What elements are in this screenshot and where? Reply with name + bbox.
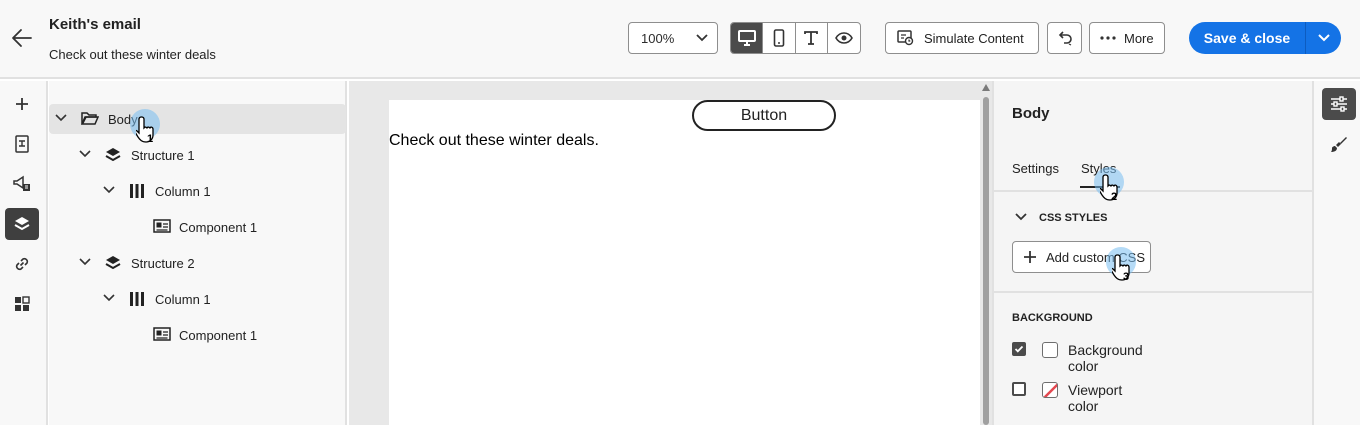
zoom-select[interactable]: 100% — [628, 22, 718, 54]
zoom-value: 100% — [641, 31, 675, 46]
background-color-label: Background color — [1068, 342, 1143, 374]
tree-item-label: Column 1 — [155, 292, 211, 307]
email-body[interactable]: Button Check out these winter deals. — [389, 100, 980, 425]
megaphone-icon — [13, 175, 30, 191]
viewport-color-label: Viewport color — [1068, 382, 1123, 414]
step-callout-1: 1 — [130, 109, 192, 171]
right-tool-rail — [1314, 81, 1360, 425]
chevron-down-icon[interactable] — [79, 149, 91, 159]
tree-item-component-1[interactable]: Component 1 — [49, 320, 347, 350]
email-text-component[interactable]: Check out these winter deals. — [389, 132, 599, 150]
undo-icon — [1058, 31, 1072, 46]
chevron-down-icon — [1317, 34, 1330, 42]
component-icon — [153, 219, 171, 233]
layers-icon — [105, 256, 121, 270]
tree-item-column-1[interactable]: Column 1 — [49, 284, 347, 314]
tree-item-structure-1[interactable]: Structure 1 — [49, 140, 347, 170]
save-options-dropdown[interactable] — [1306, 22, 1341, 54]
scroll-up-arrow-icon[interactable] — [982, 84, 990, 91]
view-mode-group — [730, 22, 861, 54]
callout-number: 2 — [1110, 191, 1118, 203]
columns-icon — [130, 184, 144, 198]
email-title: Keith's email — [49, 16, 141, 33]
settings-panel-button[interactable] — [1322, 88, 1356, 120]
chevron-down-icon[interactable] — [55, 113, 67, 123]
add-content-button[interactable] — [5, 88, 39, 120]
top-bar: Keith's email Check out these winter dea… — [0, 0, 1360, 79]
email-subtitle: Check out these winter deals — [49, 47, 216, 62]
plus-icon — [1024, 251, 1036, 263]
email-canvas: Button Check out these winter deals. — [349, 81, 992, 425]
tree-item-label: Component 1 — [179, 220, 258, 235]
mobile-view-button[interactable] — [763, 23, 796, 53]
desktop-view-button[interactable] — [731, 23, 764, 53]
fragments-button[interactable] — [5, 128, 39, 160]
tree-item-label: Column 1 — [155, 184, 211, 199]
sliders-icon — [1331, 96, 1347, 112]
canvas-scrollbar[interactable] — [980, 81, 992, 425]
simulate-content-button[interactable]: Simulate Content — [885, 22, 1039, 54]
simulate-icon — [897, 30, 914, 46]
tree-item-label: Component 1 — [179, 328, 258, 343]
link-icon — [15, 257, 29, 271]
preview-button[interactable] — [828, 23, 860, 53]
panel-title: Body — [1012, 105, 1050, 122]
text-view-button[interactable] — [796, 23, 828, 53]
more-button[interactable]: More — [1089, 22, 1165, 54]
background-heading: BACKGROUND — [1012, 312, 1093, 324]
layers-button[interactable] — [5, 208, 39, 240]
simulate-label: Simulate Content — [924, 30, 1024, 46]
eye-icon — [834, 32, 853, 44]
scroll-thumb[interactable] — [983, 97, 989, 425]
background-color-swatch[interactable] — [1042, 342, 1058, 358]
back-arrow-icon[interactable] — [11, 28, 33, 48]
email-button-component[interactable]: Button — [692, 100, 836, 131]
undo-button[interactable] — [1047, 22, 1082, 54]
chevron-down-icon[interactable] — [1015, 212, 1027, 222]
assets-button[interactable] — [5, 288, 39, 320]
text-icon — [804, 31, 819, 45]
chevron-down-icon — [696, 34, 708, 42]
more-label: More — [1124, 30, 1154, 46]
layer-tree: Body Structure 1 Column 1 Component 1 St… — [49, 81, 347, 425]
plus-icon — [16, 98, 28, 110]
chevron-down-icon[interactable] — [79, 257, 91, 267]
viewport-color-checkbox[interactable] — [1012, 382, 1026, 396]
step-callout-2: 2 — [1094, 167, 1156, 229]
background-color-checkbox[interactable] — [1012, 342, 1026, 356]
callout-number: 3 — [1122, 271, 1130, 283]
more-dots-icon — [1100, 36, 1116, 40]
fragments-icon — [15, 135, 29, 153]
tree-item-label: Structure 2 — [131, 256, 195, 271]
no-color-icon — [1043, 383, 1057, 397]
folder-open-icon — [81, 112, 99, 125]
component-icon — [153, 327, 171, 341]
assets-icon — [15, 296, 30, 311]
callout-number: 1 — [146, 133, 154, 145]
desktop-icon — [737, 30, 756, 46]
tree-item-body[interactable]: Body — [49, 104, 346, 134]
checkmark-icon — [1014, 345, 1024, 353]
viewport-color-swatch[interactable] — [1042, 382, 1058, 398]
tree-item-column-1[interactable]: Column 1 — [49, 176, 347, 206]
layers-icon — [14, 217, 30, 231]
chevron-down-icon[interactable] — [103, 185, 115, 195]
personalization-button[interactable] — [5, 168, 39, 200]
tab-settings[interactable]: Settings — [1012, 161, 1059, 176]
step-callout-3: 3 — [1106, 247, 1168, 309]
style-brush-button[interactable] — [1322, 128, 1356, 160]
left-tool-rail — [0, 81, 48, 425]
mobile-icon — [773, 29, 785, 47]
chevron-down-icon[interactable] — [103, 293, 115, 303]
paintbrush-icon — [1331, 137, 1347, 152]
save-close-split-button: Save & close — [1189, 22, 1341, 54]
save-close-button[interactable]: Save & close — [1189, 22, 1306, 54]
layers-icon — [105, 148, 121, 162]
columns-icon — [130, 292, 144, 306]
links-button[interactable] — [5, 248, 39, 280]
tree-item-structure-2[interactable]: Structure 2 — [49, 248, 347, 278]
tree-item-component-1[interactable]: Component 1 — [49, 212, 347, 242]
